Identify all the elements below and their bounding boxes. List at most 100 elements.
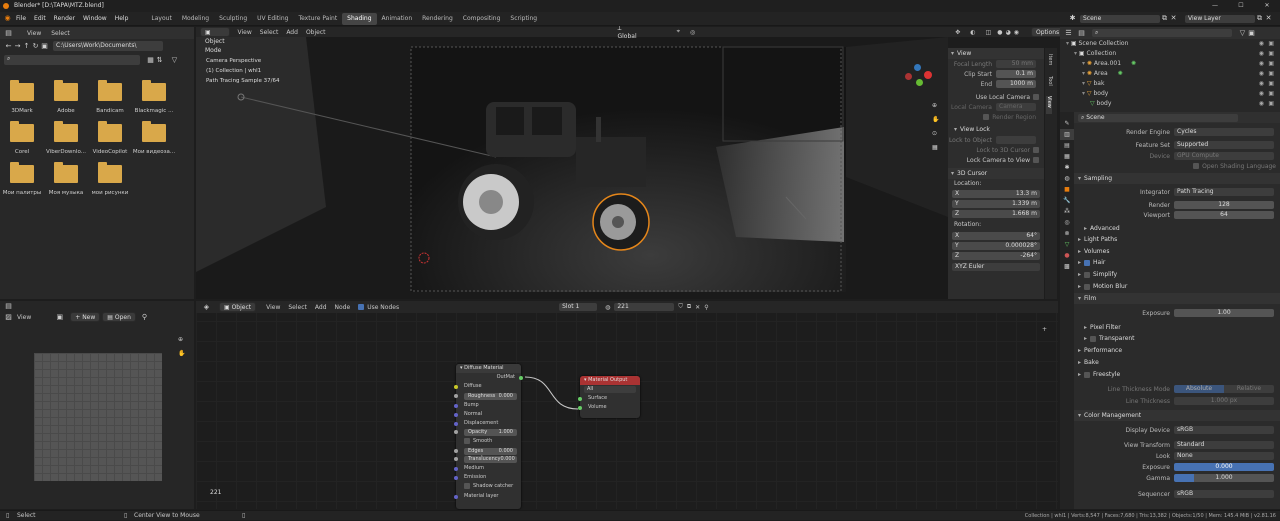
folder-item[interactable]: Corel — [0, 121, 44, 155]
show-gizmo-icon[interactable]: ✥ — [955, 29, 960, 36]
node-header[interactable]: ▾ Diffuse Material — [456, 364, 521, 373]
open-image-button[interactable]: ▤ Open — [102, 312, 136, 322]
new-folder-icon[interactable]: ▣ — [40, 42, 49, 51]
menu-view[interactable]: View — [238, 29, 252, 36]
device-select[interactable]: GPU Compute — [1174, 152, 1274, 160]
material-output-node[interactable]: ▾ Material Output All Surface Volume — [578, 376, 640, 418]
shader-node-editor[interactable]: ◈ ▣ Object View Select Add Node Use Node… — [196, 301, 1058, 509]
material-tab-icon[interactable]: ● — [1060, 250, 1074, 261]
menu-select[interactable]: Select — [51, 30, 70, 37]
tab-rendering[interactable]: Rendering — [417, 13, 458, 25]
close-scene-icon[interactable]: ✕ — [1169, 14, 1178, 23]
data-tab-icon[interactable]: ▽ — [1060, 239, 1074, 250]
sequencer-select[interactable]: sRGB — [1174, 490, 1274, 498]
camera-icon[interactable]: ▣ — [1268, 89, 1274, 99]
input-socket[interactable] — [454, 456, 458, 461]
folder-item[interactable]: ViberDownlo... — [44, 121, 88, 155]
tab-uv-editing[interactable]: UV Editing — [252, 13, 293, 25]
shading-material-icon[interactable]: ◕ — [1005, 29, 1010, 36]
camera-icon[interactable]: ▣ — [1268, 69, 1274, 79]
input-socket[interactable] — [578, 406, 582, 411]
folder-item[interactable]: Мои видеоза... — [132, 121, 176, 155]
menu-file[interactable]: File — [12, 12, 30, 26]
camera-icon[interactable]: ▣ — [1268, 59, 1274, 69]
render-region-checkbox[interactable] — [983, 114, 990, 120]
loc-row[interactable]: Z 1.668 m — [952, 209, 1040, 219]
section-hair[interactable]: ▸ Hair — [1074, 257, 1280, 268]
axis-value[interactable]: -264° — [1020, 252, 1037, 260]
camera-icon[interactable]: ▣ — [1268, 79, 1274, 89]
minimize-icon[interactable]: — — [1202, 0, 1228, 12]
camera-icon[interactable]: ▣ — [1268, 99, 1274, 109]
filter-icon[interactable]: ▽ — [170, 56, 179, 65]
sort-icon[interactable]: ⇅ — [155, 56, 164, 65]
output-socket[interactable] — [519, 376, 523, 380]
axis-value[interactable]: 1.668 m — [1012, 210, 1037, 218]
search-input[interactable]: ⌕ Scene — [1078, 113, 1238, 122]
input-socket[interactable] — [454, 448, 458, 453]
input-socket[interactable] — [578, 397, 582, 401]
pan-icon[interactable]: ✋ — [932, 113, 939, 127]
input-socket[interactable] — [454, 422, 458, 427]
render-engine-select[interactable]: Cycles — [1174, 128, 1274, 136]
menu-window[interactable]: Window — [79, 12, 111, 26]
section-view[interactable]: ▾ View — [948, 48, 1044, 59]
scene-name[interactable]: Scene — [1080, 14, 1160, 23]
editor-type-icon[interactable]: ☰ — [1064, 29, 1073, 38]
tab-texture-paint[interactable]: Texture Paint — [293, 13, 342, 25]
outliner-item[interactable]: ▾ ▣ Collection ◉ ▣ — [1066, 49, 1280, 59]
object-tab-icon[interactable]: ■ — [1060, 184, 1074, 195]
camera-icon[interactable]: ▣ — [1268, 39, 1274, 49]
viewport-samples-field[interactable]: 64 — [1174, 211, 1274, 219]
section-pixel-filter[interactable]: ▸ Pixel Filter — [1074, 322, 1280, 333]
section-color-management[interactable]: ▾ Color Management — [1074, 410, 1280, 421]
tab-animation[interactable]: Animation — [377, 13, 418, 25]
folder-item[interactable]: Моя музыка — [44, 162, 88, 196]
section-film[interactable]: ▾ Film — [1074, 293, 1280, 304]
menu-object[interactable]: Object — [306, 29, 326, 36]
axis-value[interactable]: 1.339 m — [1012, 200, 1037, 208]
menu-edit[interactable]: Edit — [30, 12, 50, 26]
film-exposure-field[interactable]: 1.00 — [1174, 309, 1274, 317]
node-input-row[interactable]: Roughness 0.000 — [454, 392, 517, 400]
display-device-select[interactable]: sRGB — [1174, 426, 1274, 434]
view-layer-selector[interactable]: View Layer ⧉ ✕ — [1185, 14, 1273, 23]
integrator-select[interactable]: Path Tracing — [1174, 188, 1274, 196]
image-canvas[interactable] — [34, 353, 162, 481]
input-socket[interactable] — [454, 412, 458, 417]
freestyle-checkbox[interactable] — [1084, 371, 1091, 378]
cm-exposure-field[interactable]: 0.000 — [1174, 463, 1274, 471]
3d-viewport[interactable]: Camera Perspective (1) Collection | whl1… — [196, 37, 948, 299]
shading-rendered-icon[interactable]: ◉ — [1014, 29, 1019, 36]
node-input-row[interactable]: Diffuse — [454, 382, 521, 391]
visibility-icon[interactable]: ◉ — [1259, 99, 1264, 109]
snap-icon[interactable]: ⌖ — [677, 28, 680, 36]
axis-neg-x-icon[interactable] — [905, 73, 912, 80]
section-sampling[interactable]: ▾ Sampling — [1074, 173, 1280, 184]
duplicate-icon[interactable]: ⧉ — [1255, 14, 1264, 23]
visibility-icon[interactable]: ◉ — [1259, 39, 1264, 49]
close-view-layer-icon[interactable]: ✕ — [1264, 14, 1273, 23]
menu-help[interactable]: Help — [111, 12, 133, 26]
input-socket[interactable] — [454, 494, 458, 499]
node-checkbox[interactable] — [464, 482, 470, 489]
zoom-icon[interactable]: ⊕ — [932, 99, 939, 113]
back-icon[interactable]: ← — [4, 42, 13, 51]
menu-render[interactable]: Render — [50, 12, 79, 26]
mode-selector[interactable]: ▣ Object Mode — [200, 27, 230, 54]
navigation-gizmo[interactable] — [900, 63, 940, 103]
lock-to-object-field[interactable] — [996, 136, 1036, 144]
node-input-row[interactable]: Emission — [454, 473, 521, 482]
node-input-row[interactable]: Shadow catcher — [456, 482, 521, 491]
modifiers-tab-icon[interactable]: 🔧 — [1060, 195, 1074, 206]
close-icon[interactable]: ✕ — [1254, 0, 1280, 12]
diffuse-material-node[interactable]: ▾ Diffuse Material OutMat Diffuse Roughne… — [454, 364, 523, 509]
physics-tab-icon[interactable]: ◎ — [1060, 217, 1074, 228]
tab-modeling[interactable]: Modeling — [177, 13, 214, 25]
look-select[interactable]: None — [1174, 452, 1274, 460]
outliner-item[interactable]: ▾ ✺ Area ✺ ◉ ▣ — [1066, 69, 1280, 79]
node-input-row[interactable]: Material layer — [454, 492, 521, 501]
folder-item[interactable]: Bandicam — [88, 80, 132, 114]
osl-checkbox[interactable] — [1193, 163, 1200, 169]
blender-menu-icon[interactable]: ◉ — [3, 14, 12, 23]
